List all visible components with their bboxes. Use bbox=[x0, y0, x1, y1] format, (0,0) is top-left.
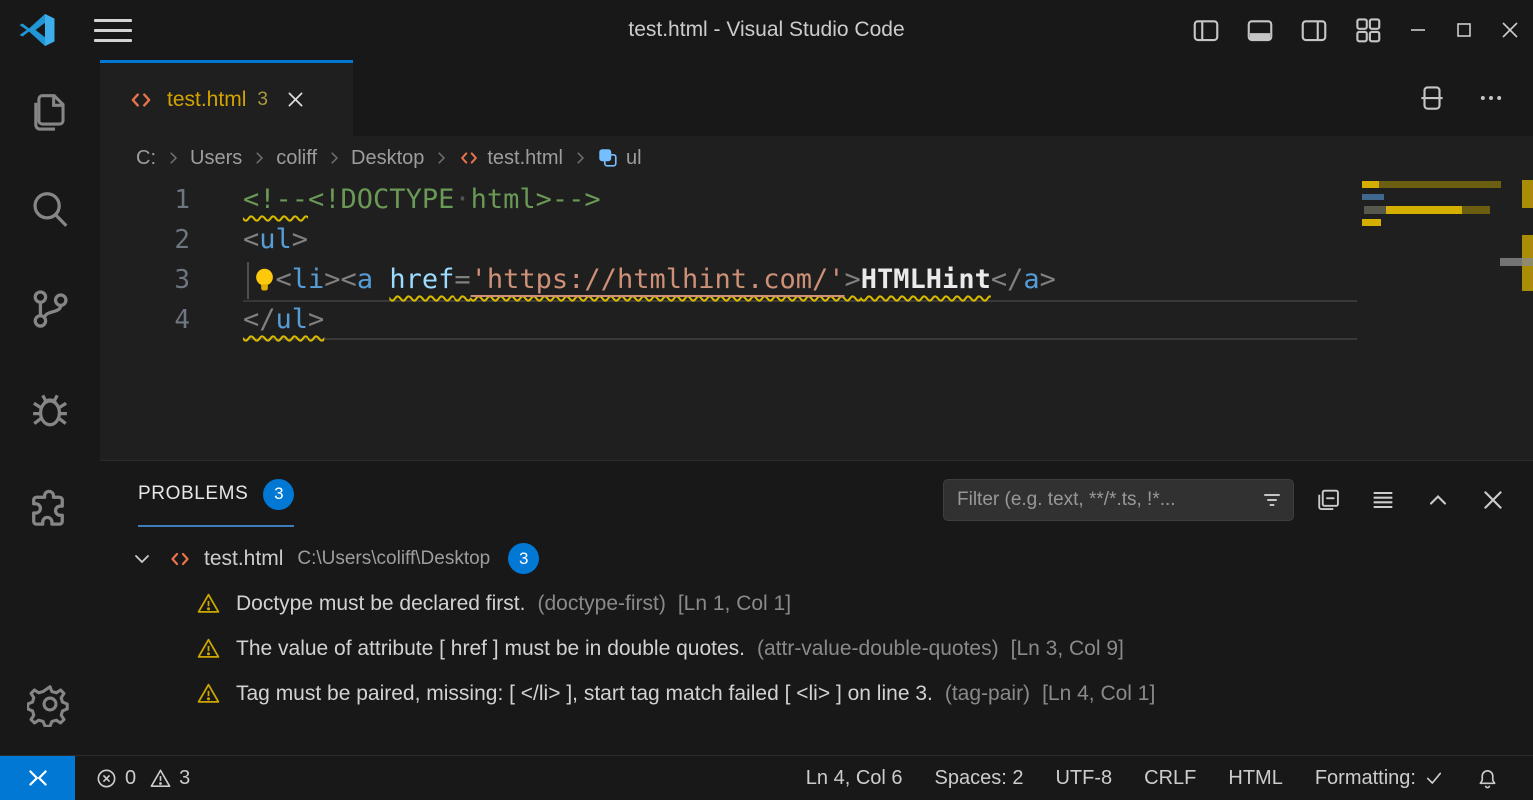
overview-ruler-cursor bbox=[1500, 258, 1533, 266]
chevron-down-icon bbox=[130, 547, 154, 571]
extensions-icon[interactable] bbox=[26, 484, 74, 532]
activity-bar bbox=[0, 60, 100, 755]
cursor-position[interactable]: Ln 4, Col 6 bbox=[806, 767, 903, 790]
status-bar: 0 3 Ln 4, Col 6 Spaces: 2 UTF-8 CRLF HTM… bbox=[0, 755, 1533, 800]
problem-row[interactable]: Doctype must be declared first. (doctype… bbox=[100, 581, 1533, 626]
tab-close-icon[interactable] bbox=[285, 89, 306, 110]
code-line-4[interactable]: 4 </ul> bbox=[100, 300, 1533, 340]
warning-count: 3 bbox=[179, 767, 190, 790]
problem-row[interactable]: The value of attribute [ href ] must be … bbox=[100, 626, 1533, 671]
code-line-2[interactable]: 2 <ul> bbox=[100, 220, 1533, 260]
settings-gear-icon[interactable] bbox=[26, 680, 74, 728]
explorer-icon[interactable] bbox=[26, 88, 74, 136]
toggle-primary-sidebar-icon[interactable] bbox=[1179, 0, 1233, 60]
tab-label: test.html bbox=[167, 88, 246, 112]
toggle-panel-icon[interactable] bbox=[1233, 0, 1287, 60]
remote-indicator[interactable] bbox=[0, 756, 75, 800]
filter-input[interactable] bbox=[944, 489, 1251, 511]
more-actions-icon[interactable] bbox=[1477, 84, 1505, 112]
line-number: 2 bbox=[100, 220, 190, 260]
breadcrumb-coliff[interactable]: coliff bbox=[276, 147, 317, 170]
chevron-right-icon bbox=[250, 149, 268, 167]
maximize-icon[interactable] bbox=[1441, 0, 1487, 60]
vscode-logo-icon bbox=[18, 11, 56, 49]
panel-actions bbox=[1314, 479, 1507, 521]
maximize-panel-icon[interactable] bbox=[1424, 486, 1452, 514]
window-title: test.html - Visual Studio Code bbox=[628, 0, 904, 60]
breadcrumb-file: test.html bbox=[458, 147, 563, 170]
title-bar: test.html - Visual Studio Code bbox=[0, 0, 1533, 60]
editor-actions bbox=[1417, 60, 1505, 136]
run-debug-icon[interactable] bbox=[26, 385, 74, 433]
problems-file-path: C:\Users\coliff\Desktop bbox=[297, 548, 490, 570]
tab-problems[interactable]: PROBLEMS 3 bbox=[138, 461, 294, 527]
remote-icon bbox=[25, 765, 51, 791]
problems-file-row[interactable]: test.html C:\Users\coliff\Desktop 3 bbox=[100, 536, 1533, 581]
html-file-icon bbox=[458, 147, 480, 169]
tab-bar: test.html 3 bbox=[100, 60, 1533, 136]
breadcrumb-users[interactable]: Users bbox=[190, 147, 242, 170]
code-line-1[interactable]: 1 <!--<!DOCTYPE·html>--> bbox=[100, 180, 1533, 220]
warning-triangle-icon bbox=[196, 591, 221, 616]
problems-count-badge: 3 bbox=[263, 479, 294, 510]
problems-file-name: test.html bbox=[204, 547, 283, 571]
tab-problem-count: 3 bbox=[257, 89, 268, 111]
breadcrumb-desktop[interactable]: Desktop bbox=[351, 147, 424, 170]
warning-triangle-icon bbox=[196, 636, 221, 661]
customize-layout-icon[interactable] bbox=[1341, 0, 1395, 60]
panel-title: PROBLEMS bbox=[138, 483, 248, 505]
problems-panel: PROBLEMS 3 bbox=[100, 460, 1533, 755]
editor-area: test.html 3 C: Users coliff bbox=[100, 60, 1533, 755]
code-line-3[interactable]: 3 <li><a href='https://htmlhint.com/'>HT… bbox=[100, 260, 1533, 300]
close-window-icon[interactable] bbox=[1487, 0, 1533, 60]
line-number: 1 bbox=[100, 180, 190, 220]
symbol-element-icon bbox=[597, 147, 619, 169]
file-problems-badge: 3 bbox=[508, 543, 539, 574]
check-icon bbox=[1424, 768, 1444, 788]
chevron-right-icon bbox=[325, 149, 343, 167]
menu-icon[interactable] bbox=[94, 14, 132, 46]
chevron-right-icon bbox=[571, 149, 589, 167]
chevron-right-icon bbox=[164, 149, 182, 167]
indentation[interactable]: Spaces: 2 bbox=[935, 767, 1024, 790]
tab-test-html[interactable]: test.html 3 bbox=[100, 60, 353, 136]
source-control-icon[interactable] bbox=[26, 285, 74, 333]
html-file-icon bbox=[168, 547, 192, 571]
search-icon[interactable] bbox=[26, 186, 74, 234]
breadcrumb-symbol-ul: ul bbox=[597, 147, 642, 170]
lightbulb-icon[interactable] bbox=[251, 266, 278, 295]
notifications-bell[interactable] bbox=[1476, 767, 1499, 790]
line-number: 4 bbox=[100, 300, 190, 340]
error-circle-icon bbox=[95, 767, 118, 790]
error-count: 0 bbox=[125, 767, 136, 790]
overview-ruler-warning bbox=[1522, 180, 1533, 208]
eol-sequence[interactable]: CRLF bbox=[1144, 767, 1196, 790]
problems-tree: test.html C:\Users\coliff\Desktop 3 Doct… bbox=[100, 536, 1533, 716]
view-mode-icon[interactable] bbox=[1369, 486, 1397, 514]
bell-icon bbox=[1476, 767, 1499, 790]
formatting-status[interactable]: Formatting: bbox=[1315, 767, 1444, 790]
breadcrumb: C: Users coliff Desktop test.html ul bbox=[100, 136, 1533, 180]
html-file-icon bbox=[128, 87, 154, 113]
chevron-right-icon bbox=[432, 149, 450, 167]
encoding[interactable]: UTF-8 bbox=[1055, 767, 1112, 790]
warning-triangle-icon bbox=[149, 767, 172, 790]
filter-icon[interactable] bbox=[1251, 488, 1293, 512]
status-problems[interactable]: 0 3 bbox=[95, 767, 196, 790]
vscode-window: test.html - Visual Studio Code bbox=[0, 0, 1533, 800]
split-editor-icon[interactable] bbox=[1417, 83, 1447, 113]
breadcrumb-drive[interactable]: C: bbox=[136, 147, 156, 170]
language-mode[interactable]: HTML bbox=[1228, 767, 1282, 790]
minimize-icon[interactable] bbox=[1395, 0, 1441, 60]
problem-row[interactable]: Tag must be paired, missing: [ </li> ], … bbox=[100, 671, 1533, 716]
code-editor[interactable]: 1 <!--<!DOCTYPE·html>--> 2 <ul> 3 <li><a… bbox=[100, 180, 1533, 460]
minimap[interactable] bbox=[1360, 180, 1504, 460]
problems-filter bbox=[943, 479, 1294, 521]
toggle-secondary-sidebar-icon[interactable] bbox=[1287, 0, 1341, 60]
warning-triangle-icon bbox=[196, 681, 221, 706]
line-number: 3 bbox=[100, 260, 190, 300]
close-panel-icon[interactable] bbox=[1479, 486, 1507, 514]
collapse-all-icon[interactable] bbox=[1314, 486, 1342, 514]
